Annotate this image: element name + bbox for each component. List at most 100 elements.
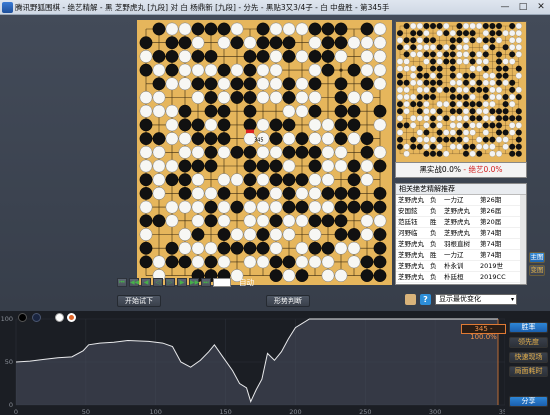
mini-white-stone xyxy=(449,29,456,37)
last-move-button[interactable]: ⏭ xyxy=(201,278,211,287)
black-player-selector[interactable] xyxy=(18,313,27,322)
white-stone xyxy=(139,228,153,241)
white-stone xyxy=(282,132,296,146)
situation-judge-button[interactable]: 形势判断 xyxy=(266,295,310,307)
help-icon[interactable]: ? xyxy=(420,294,431,305)
mini-black-stone xyxy=(489,30,496,37)
black-stone xyxy=(256,228,270,241)
white-stone xyxy=(152,159,166,173)
black-stone xyxy=(178,186,192,200)
game-row[interactable]: 范廷钰 胜芝野虎丸 第20届 xyxy=(396,217,526,228)
mini-black-stone xyxy=(430,86,436,93)
game-result: 负 xyxy=(430,240,437,248)
move-progress-bar[interactable] xyxy=(213,278,231,287)
game-row[interactable]: 芝野虎丸负一力辽 第26期 xyxy=(396,195,526,206)
game-row[interactable]: 芝野虎丸负羽根直树 第74期 xyxy=(396,239,526,250)
black-stone xyxy=(152,214,166,228)
white-player-selector[interactable] xyxy=(55,313,64,322)
variation-dropdown[interactable]: 显示最优变化 ▾ xyxy=(435,294,517,305)
try-play-button[interactable]: 开始试下 xyxy=(117,295,161,307)
black-stone xyxy=(308,145,322,159)
next-step-button[interactable]: ▷ xyxy=(165,278,175,287)
mini-white-stone xyxy=(423,86,430,94)
white-stone xyxy=(269,228,283,241)
close-button[interactable]: ✕ xyxy=(532,1,550,14)
mini-white-stone xyxy=(482,58,489,65)
mini-black-stone xyxy=(502,115,509,122)
black-stone xyxy=(282,91,296,104)
black-stone xyxy=(308,50,322,63)
black-stone xyxy=(230,36,244,50)
next-move-button[interactable]: ▶ xyxy=(177,278,187,287)
mini-black-stone xyxy=(449,108,456,115)
mini-black-stone xyxy=(482,94,489,100)
black-stone xyxy=(243,186,257,200)
white-stone xyxy=(178,49,192,63)
white-stone xyxy=(269,145,283,159)
mini-white-stone xyxy=(423,136,430,143)
game-row[interactable]: 芝野虎丸负朴永训 2019世 xyxy=(396,261,526,272)
prev-step-button[interactable]: ◁ xyxy=(153,278,163,287)
main-board-button[interactable]: 主图 xyxy=(529,252,545,263)
black-stone xyxy=(191,132,205,146)
black-stone xyxy=(321,241,335,255)
white-stone xyxy=(152,145,166,159)
mini-white-stone xyxy=(509,58,516,65)
black-stone xyxy=(152,50,166,63)
first-move-button[interactable]: ⏮ xyxy=(117,278,127,287)
mini-white-stone xyxy=(515,44,522,51)
white-stone xyxy=(321,269,335,283)
variation-board-button[interactable]: 变图 xyxy=(529,265,545,276)
win-rate-button[interactable]: 胜率 xyxy=(509,322,548,333)
game-white: 一力辽 xyxy=(444,196,464,204)
game-row[interactable]: 芝野虎丸负朴廷桓 2019CC xyxy=(396,272,526,283)
blue-selector[interactable] xyxy=(32,313,41,322)
game-row[interactable]: 河野临 负芝野虎丸 第74期 xyxy=(396,228,526,239)
go-board[interactable]: 345 xyxy=(137,20,392,285)
black-stone xyxy=(204,159,218,173)
black-stone xyxy=(373,255,387,269)
prev-move-button[interactable]: ◀ xyxy=(141,278,151,287)
share-button[interactable]: 分享 xyxy=(509,396,548,407)
black-stone xyxy=(334,77,348,91)
mini-white-stone xyxy=(436,58,443,65)
black-stone xyxy=(243,104,257,118)
mini-black-stone xyxy=(496,115,502,122)
black-stone xyxy=(217,22,231,36)
black-stone xyxy=(204,77,218,91)
game-row[interactable]: 芝野虎丸胜一力辽 第74期 xyxy=(396,250,526,261)
minimize-button[interactable]: — xyxy=(496,1,514,14)
mini-white-stone xyxy=(429,136,437,143)
mini-white-stone xyxy=(436,115,443,122)
mini-black-stone xyxy=(410,44,417,51)
winrate-chart[interactable]: 0 50 100 150 200 250 300 350 0 50 100 xyxy=(0,311,505,415)
game-row[interactable]: 安国鉉 负芝野虎丸 第26届 xyxy=(396,206,526,217)
black-stone xyxy=(243,63,257,77)
mini-white-stone xyxy=(443,44,450,51)
maximize-button[interactable]: □ xyxy=(514,1,532,14)
mini-white-stone xyxy=(416,22,423,30)
forward-ten-button[interactable]: ▶▶ xyxy=(189,278,199,287)
black-stone xyxy=(243,173,257,187)
mini-black-stone xyxy=(423,72,430,79)
mini-white-stone xyxy=(456,122,463,129)
white-stone xyxy=(217,255,231,269)
mini-white-stone xyxy=(410,72,417,79)
mini-black-stone xyxy=(403,51,410,58)
autoplay-button[interactable]: 自动 xyxy=(239,278,254,288)
mini-black-stone xyxy=(489,136,496,143)
mini-black-stone xyxy=(469,143,476,150)
quick-scene-button[interactable]: 快速现场 xyxy=(509,352,548,363)
games-scrollbar[interactable] xyxy=(520,195,526,284)
mini-white-stone xyxy=(482,143,489,150)
orange-selector[interactable] xyxy=(67,313,76,322)
move-time-button[interactable]: 局面耗时 xyxy=(509,366,548,377)
lead-button[interactable]: 领先度 xyxy=(509,337,548,348)
back-ten-button[interactable]: ◀◀ xyxy=(129,278,139,287)
mini-black-stone xyxy=(482,23,489,29)
chevron-down-icon: ▾ xyxy=(510,296,514,303)
game-event: 第74期 xyxy=(480,251,502,259)
white-stone xyxy=(178,145,192,159)
thumbs-up-icon[interactable] xyxy=(405,294,416,305)
mini-black-stone xyxy=(496,65,502,72)
